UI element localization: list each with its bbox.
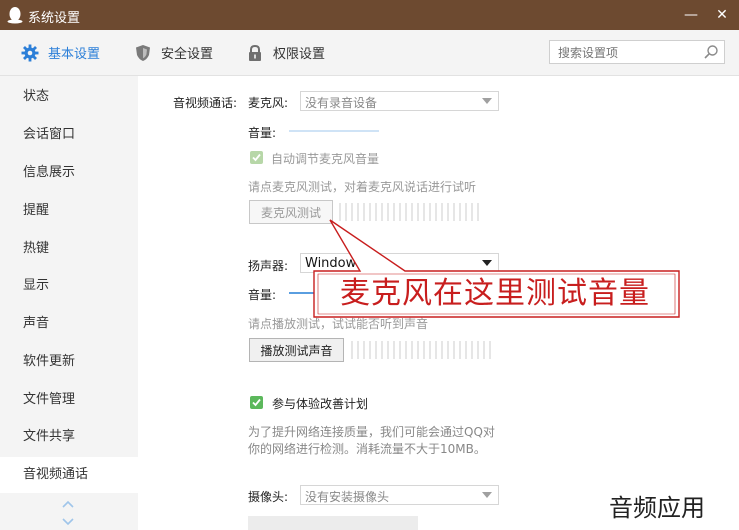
experience-program-label: 参与体验改善计划	[272, 397, 369, 411]
sidebar-item-av-call[interactable]: 音视频通话	[0, 457, 138, 493]
annotation-text: 麦克风在这里测试音量	[340, 276, 650, 311]
mic-volume-slider[interactable]	[289, 130, 379, 132]
play-test-sound-button[interactable]: 播放测试声音	[249, 338, 344, 362]
speaker-level-meter	[351, 341, 495, 359]
auto-adjust-mic-label: 自动调节麦克风音量	[271, 152, 380, 166]
mic-test-hint: 请点麦克风测试，对着麦克风说话进行试听	[248, 180, 477, 194]
sidebar-item-info-display[interactable]: 信息展示	[0, 155, 138, 191]
gear-icon	[21, 44, 39, 61]
sidebar-item-hotkeys[interactable]: 热键	[0, 231, 138, 267]
auto-adjust-mic-checkbox[interactable]	[250, 151, 263, 164]
top-tab-bar: 基本设置 安全设置 权限设置	[0, 30, 739, 76]
minimize-button[interactable]: —	[680, 4, 702, 26]
lock-icon	[249, 44, 261, 61]
shield-icon	[136, 44, 150, 61]
camera-select[interactable]: 没有安装摄像头	[300, 485, 499, 505]
check-icon	[252, 398, 261, 407]
mic-select-value: 没有录音设备	[305, 96, 378, 110]
tab-security-settings[interactable]: 安全设置	[134, 30, 213, 75]
av-section-label: 音视频通话:	[173, 96, 238, 110]
sidebar: 状态 会话窗口 信息展示 提醒 热键 显示 声音 软件更新 文件管理 文件共享 …	[0, 76, 138, 530]
experience-desc-line2: 你的网络进行检测。消耗流量不大于10MB。	[248, 442, 486, 456]
chevron-down-icon	[482, 492, 492, 498]
camera-preview-area	[248, 516, 418, 530]
speaker-volume-label: 音量:	[248, 288, 277, 302]
tab-label: 基本设置	[48, 47, 101, 62]
sidebar-item-display[interactable]: 显示	[0, 268, 138, 304]
search-box[interactable]	[549, 40, 725, 64]
mic-volume-label: 音量:	[248, 126, 277, 140]
watermark-text: 音频应用	[609, 494, 705, 522]
sidebar-item-software-update[interactable]: 软件更新	[0, 344, 138, 380]
title-bar: 系统设置 — ✕	[0, 0, 739, 30]
close-button[interactable]: ✕	[711, 4, 733, 26]
chevron-down-icon	[482, 98, 492, 104]
window-title: 系统设置	[28, 11, 81, 26]
camera-select-value: 没有安装摄像头	[305, 490, 390, 504]
sidebar-item-reminders[interactable]: 提醒	[0, 193, 138, 229]
sidebar-item-file-management[interactable]: 文件管理	[0, 382, 138, 418]
mic-select[interactable]: 没有录音设备	[300, 91, 499, 111]
check-icon	[252, 153, 261, 162]
sidebar-item-status[interactable]: 状态	[0, 79, 138, 115]
sidebar-item-chat-window[interactable]: 会话窗口	[0, 117, 138, 153]
tab-label: 安全设置	[161, 47, 214, 62]
qq-penguin-icon	[7, 7, 23, 24]
speaker-label: 扬声器:	[248, 259, 289, 273]
tab-permission-settings[interactable]: 权限设置	[246, 30, 325, 75]
sidebar-item-file-sharing[interactable]: 文件共享	[0, 419, 138, 455]
scroll-down-arrow-icon[interactable]	[61, 517, 75, 527]
camera-label: 摄像头:	[248, 490, 289, 504]
tab-basic-settings[interactable]: 基本设置	[21, 30, 100, 75]
experience-program-checkbox[interactable]	[250, 396, 263, 409]
mic-label: 麦克风:	[248, 96, 289, 110]
search-input[interactable]	[556, 43, 700, 63]
experience-desc-line1: 为了提升网络连接质量，我们可能会通过QQ对	[248, 425, 495, 439]
search-icon[interactable]	[703, 44, 719, 60]
scroll-up-arrow-icon[interactable]	[61, 499, 75, 509]
sidebar-item-sound[interactable]: 声音	[0, 306, 138, 342]
tab-label: 权限设置	[273, 47, 326, 62]
